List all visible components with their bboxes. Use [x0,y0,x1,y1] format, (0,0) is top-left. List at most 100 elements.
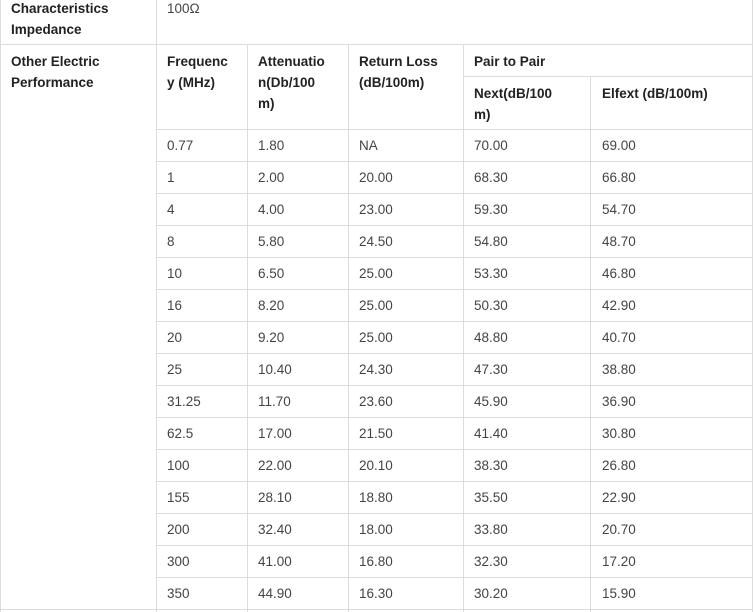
attenuation-cell: 17.00 [258,426,292,441]
performance-label-line: Other Electric [11,54,100,69]
elfext-cell: 42.90 [602,298,636,313]
column-divider [156,0,157,612]
return-loss-cell: 25.00 [359,330,393,345]
attenuation-cell: 9.20 [258,330,285,345]
elfext-cell: 17.20 [602,554,636,569]
header-attenuation: n(Db/100 [258,75,316,90]
frequency-cell: 1 [167,170,175,185]
elfext-cell: 48.70 [602,234,636,249]
next-cell: 41.40 [474,426,508,441]
attenuation-cell: 4.00 [258,202,285,217]
header-attenuation: m) [258,96,275,111]
return-loss-cell: 18.80 [359,490,393,505]
header-next: Next(dB/100 [474,86,553,101]
elfext-cell: 66.80 [602,170,636,185]
return-loss-cell: 18.00 [359,522,393,537]
frequency-cell: 200 [167,522,190,537]
next-cell: 59.30 [474,202,508,217]
next-cell: 45.90 [474,394,508,409]
next-cell: 35.50 [474,490,508,505]
header-return-loss: Return Loss [359,54,438,69]
row-divider [156,257,753,258]
row-divider [156,577,753,578]
attenuation-cell: 22.00 [258,458,292,473]
row-divider [156,417,753,418]
elfext-cell: 20.70 [602,522,636,537]
frequency-cell: 25 [167,362,183,377]
next-cell: 32.30 [474,554,508,569]
attenuation-cell: 44.90 [258,586,292,601]
next-cell: 53.30 [474,266,508,281]
next-cell: 50.30 [474,298,508,313]
spec-table: Characteristics Impedance 100Ω Other Ele… [0,0,753,612]
frequency-cell: 4 [167,202,175,217]
return-loss-cell: 23.60 [359,394,393,409]
return-loss-cell: 16.30 [359,586,393,601]
frequency-cell: 31.25 [167,394,201,409]
row-divider [463,76,753,77]
return-loss-cell: 24.50 [359,234,393,249]
row-divider [156,321,753,322]
frequency-cell: 300 [167,554,190,569]
return-loss-cell: 20.00 [359,170,393,185]
next-cell: 68.30 [474,170,508,185]
frequency-cell: 20 [167,330,183,345]
row-divider [156,353,753,354]
impedance-label-line: Characteristics [11,1,109,16]
row-divider [156,449,753,450]
impedance-value: 100Ω [167,1,200,16]
header-elfext: Elfext (dB/100m) [602,86,708,101]
attenuation-cell: 11.70 [258,394,291,409]
row-divider [156,513,753,514]
return-loss-cell: 23.00 [359,202,393,217]
frequency-cell: 350 [167,586,190,601]
table-border-left [0,0,1,612]
attenuation-cell: 32.40 [258,522,292,537]
frequency-cell: 0.77 [167,138,194,153]
attenuation-cell: 8.20 [258,298,285,313]
header-next: m) [474,107,491,122]
header-pair-to-pair: Pair to Pair [474,54,546,69]
elfext-cell: 38.80 [602,362,636,377]
return-loss-cell: NA [359,138,378,153]
row-divider [0,44,753,45]
elfext-cell: 40.70 [602,330,636,345]
attenuation-cell: 10.40 [258,362,292,377]
next-cell: 54.80 [474,234,508,249]
frequency-cell: 8 [167,234,175,249]
performance-label-line: Performance [11,75,94,90]
next-cell: 30.20 [474,586,508,601]
frequency-cell: 16 [167,298,183,313]
return-loss-cell: 25.00 [359,266,393,281]
impedance-label-line: Impedance [11,22,82,37]
return-loss-cell: 25.00 [359,298,393,313]
attenuation-cell: 2.00 [258,170,285,185]
column-divider [590,76,591,612]
frequency-cell: 62.5 [167,426,194,441]
elfext-cell: 69.00 [602,138,636,153]
next-cell: 33.80 [474,522,508,537]
attenuation-cell: 5.80 [258,234,285,249]
elfext-cell: 36.90 [602,394,636,409]
attenuation-cell: 41.00 [258,554,292,569]
frequency-cell: 100 [167,458,190,473]
elfext-cell: 46.80 [602,266,636,281]
next-cell: 48.80 [474,330,508,345]
next-cell: 38.30 [474,458,508,473]
elfext-cell: 30.80 [602,426,636,441]
elfext-cell: 22.90 [602,490,636,505]
return-loss-cell: 21.50 [359,426,393,441]
elfext-cell: 15.90 [602,586,636,601]
header-frequency: y (MHz) [167,75,215,90]
elfext-cell: 26.80 [602,458,636,473]
return-loss-cell: 24.30 [359,362,393,377]
frequency-cell: 155 [167,490,190,505]
header-frequency: Frequenc [167,54,228,69]
row-divider [156,129,753,130]
return-loss-cell: 20.10 [359,458,393,473]
header-attenuation: Attenuatio [258,54,325,69]
header-return-loss: (dB/100m) [359,75,425,90]
row-divider [156,161,753,162]
frequency-cell: 10 [167,266,183,281]
row-divider [156,225,753,226]
